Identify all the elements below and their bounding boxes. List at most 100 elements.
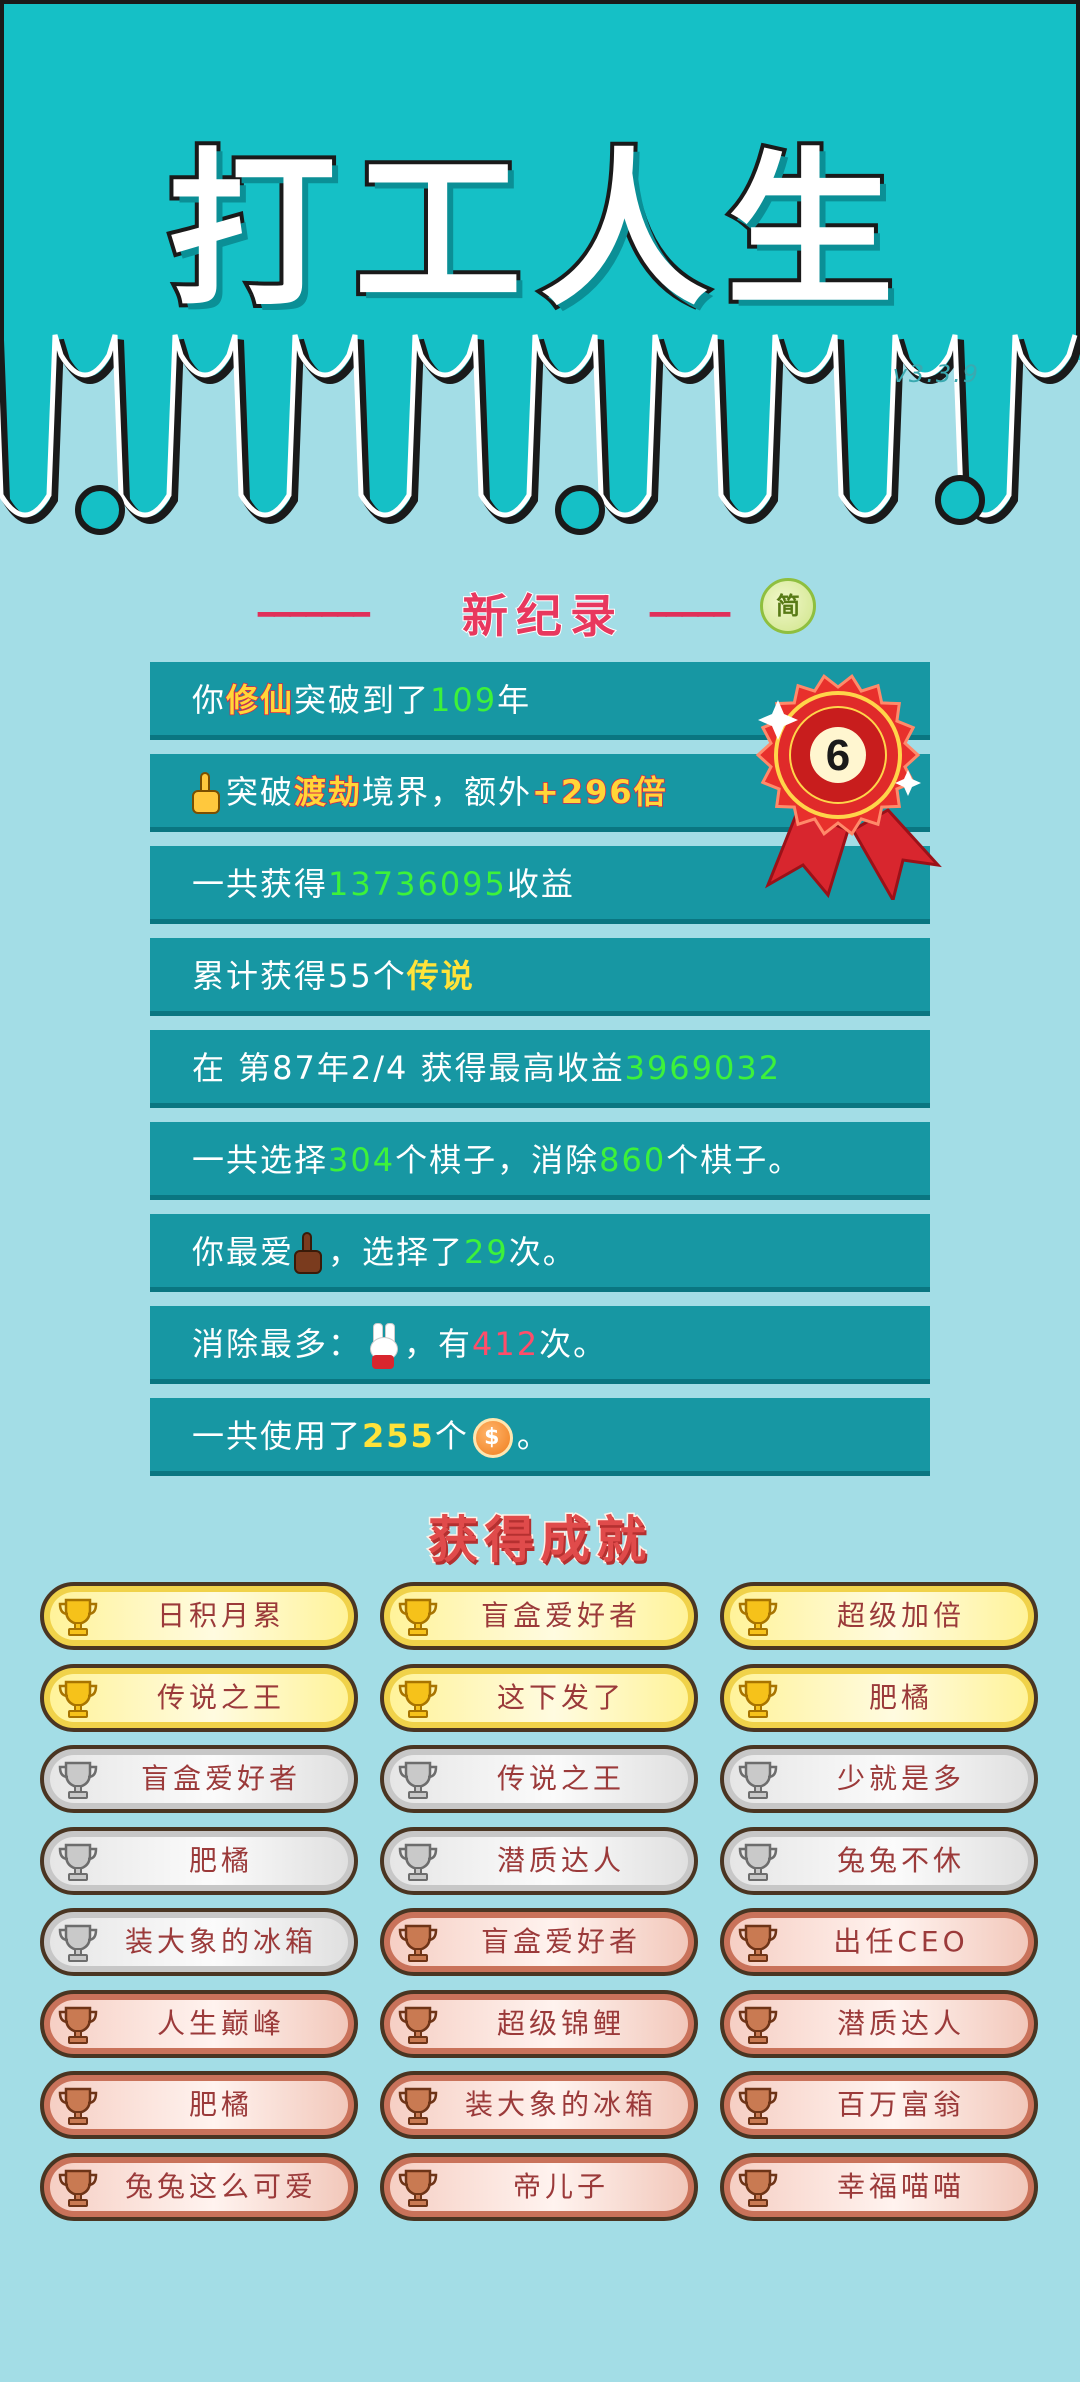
version-label: v3.3.9 xyxy=(892,360,980,388)
trophy-icon xyxy=(58,1680,98,1718)
stat-text: 。 xyxy=(516,1417,551,1455)
stat-text: 一共选择 xyxy=(192,1141,329,1179)
trophy-icon xyxy=(398,1598,438,1636)
achievement-label: 传说之王 xyxy=(156,1680,285,1714)
achievement-label: 兔兔不休 xyxy=(836,1843,965,1877)
stat-text: 412 xyxy=(472,1325,540,1363)
trophy-icon xyxy=(398,1680,438,1718)
stat-text: 突破到了 xyxy=(294,681,431,719)
stat-text: 修仙 xyxy=(225,680,295,720)
trophy-icon xyxy=(58,1843,98,1881)
trophy-icon xyxy=(738,2087,778,2125)
stat-text: 3969032 xyxy=(624,1049,782,1087)
achievement-label: 肥橘 xyxy=(188,1843,253,1877)
stat-row: 消除最多： ，有412次。 xyxy=(150,1306,930,1384)
achievement-label: 潜质达人 xyxy=(836,2006,965,2040)
stat-text: 境界，额外 xyxy=(362,773,533,811)
achievement-badge[interactable]: 日积月累 xyxy=(40,1582,358,1650)
trophy-icon xyxy=(398,1761,438,1799)
trophy-icon xyxy=(398,2169,438,2207)
achievement-label: 出任CEO xyxy=(833,1925,969,1958)
pointing-hand-yellow-icon xyxy=(192,772,222,816)
trophy-icon xyxy=(738,2006,778,2044)
achievement-badge[interactable]: 盲盒爱好者 xyxy=(40,1745,358,1813)
stat-text: 255 xyxy=(362,1417,435,1455)
achievement-label: 盲盒爱好者 xyxy=(480,1925,641,1958)
achievement-badge[interactable]: 肥橘 xyxy=(40,2071,358,2139)
stat-text: 一共获得 xyxy=(192,865,329,903)
trophy-icon xyxy=(398,2087,438,2125)
achievement-badge[interactable]: 肥橘 xyxy=(720,1663,1038,1732)
trophy-icon xyxy=(58,1598,98,1636)
achievement-badge[interactable]: 这下发了 xyxy=(380,1663,698,1732)
achievement-badge[interactable]: 肥橘 xyxy=(40,1826,358,1895)
achievement-label: 潜质达人 xyxy=(496,1843,625,1877)
achievement-label: 少就是多 xyxy=(836,1762,965,1795)
achievement-badge[interactable]: 幸福喵喵 xyxy=(720,2152,1038,2221)
trophy-icon xyxy=(58,1761,98,1799)
stat-text: ，有 xyxy=(404,1325,473,1363)
achievement-label: 装大象的冰箱 xyxy=(464,2088,657,2121)
stat-text: 次。 xyxy=(539,1325,608,1363)
stat-text: 传说 xyxy=(406,957,475,995)
decor-drip-dot xyxy=(555,485,605,535)
trophy-icon xyxy=(398,2006,438,2044)
decor-drip-dot xyxy=(935,475,985,525)
achievement-badge[interactable]: 帝儿子 xyxy=(380,2152,698,2221)
record-heading-bar: ━━━━━━━ 新纪录 ━━━━━ 简 xyxy=(0,578,1080,644)
achievement-badge[interactable]: 兔兔不休 xyxy=(720,1826,1038,1895)
coin-icon: $ xyxy=(472,1418,513,1458)
achievement-badge[interactable]: 传说之王 xyxy=(40,1663,358,1732)
achievement-badge[interactable]: 装大象的冰箱 xyxy=(40,1908,358,1976)
trophy-icon xyxy=(738,1843,778,1881)
achievement-badge[interactable]: 传说之王 xyxy=(380,1745,698,1813)
achievement-badge[interactable]: 超级锦鲤 xyxy=(380,1989,698,2058)
stat-text: 渡劫 xyxy=(293,772,363,812)
achievement-badge[interactable]: 潜质达人 xyxy=(720,1989,1038,2058)
stat-text: ，选择了 xyxy=(328,1233,465,1271)
decor-dashes-right: ━━━━━ xyxy=(650,598,730,631)
achievement-label: 帝儿子 xyxy=(512,2169,609,2203)
achievement-badge[interactable]: 兔兔这么可爱 xyxy=(40,2152,358,2221)
achievements-heading: 获得成就 xyxy=(427,1510,652,1571)
achievement-label: 盲盒爱好者 xyxy=(140,1762,301,1795)
achievement-label: 肥橘 xyxy=(188,2088,253,2121)
trophy-icon xyxy=(58,2169,98,2207)
decor-dashes-left: ━━━━━━━ xyxy=(258,598,370,631)
stat-text: 109 xyxy=(430,681,498,719)
trophy-icon xyxy=(738,1598,778,1636)
stat-row: 你最爱 ，选择了29次。 xyxy=(150,1214,930,1292)
stat-text: 13736095 xyxy=(328,865,507,903)
achievement-badge[interactable]: 百万富翁 xyxy=(720,2071,1038,2139)
stat-text: 次。 xyxy=(508,1233,577,1271)
simplified-toggle-button[interactable]: 简 xyxy=(760,578,816,634)
stat-text: 收益 xyxy=(506,865,575,903)
achievement-badge[interactable]: 装大象的冰箱 xyxy=(380,2071,698,2139)
achievement-badge[interactable]: 盲盒爱好者 xyxy=(380,1582,698,1650)
achievement-label: 盲盒爱好者 xyxy=(480,1599,641,1632)
trophy-icon xyxy=(58,1924,98,1962)
achievement-badge[interactable]: 潜质达人 xyxy=(380,1826,698,1895)
trophy-icon xyxy=(398,1843,438,1881)
trophy-icon xyxy=(738,1680,778,1718)
stat-text: 在 第87年2/4 获得最高收益 xyxy=(192,1049,625,1087)
decor-drip-dot xyxy=(75,485,125,535)
achievement-label: 兔兔这么可爱 xyxy=(124,2169,317,2203)
achievement-badge[interactable]: 盲盒爱好者 xyxy=(380,1908,698,1976)
achievement-badge[interactable]: 出任CEO xyxy=(720,1908,1038,1976)
achievement-badge[interactable]: 少就是多 xyxy=(720,1745,1038,1813)
achievement-badge[interactable]: 超级加倍 xyxy=(720,1582,1038,1650)
record-title: 新纪录 xyxy=(461,588,624,644)
pointing-hand-brown-icon xyxy=(294,1232,324,1276)
stat-row: 一共使用了255个 $。 xyxy=(150,1398,930,1476)
stat-text: 你最爱 xyxy=(192,1233,295,1271)
achievement-label: 传说之王 xyxy=(496,1762,625,1795)
rabbit-icon xyxy=(366,1323,400,1369)
stat-row: 累计获得55个传说 xyxy=(150,938,930,1016)
trophy-icon xyxy=(738,1924,778,1962)
header: 打工人生 v3.3.9 xyxy=(0,0,1080,560)
achievement-badge[interactable]: 人生巅峰 xyxy=(40,1989,358,2058)
stat-row: 在 第87年2/4 获得最高收益3969032 xyxy=(150,1030,930,1108)
stat-text: 年 xyxy=(497,681,532,719)
rank-badge-icon: 6 xyxy=(755,674,942,900)
